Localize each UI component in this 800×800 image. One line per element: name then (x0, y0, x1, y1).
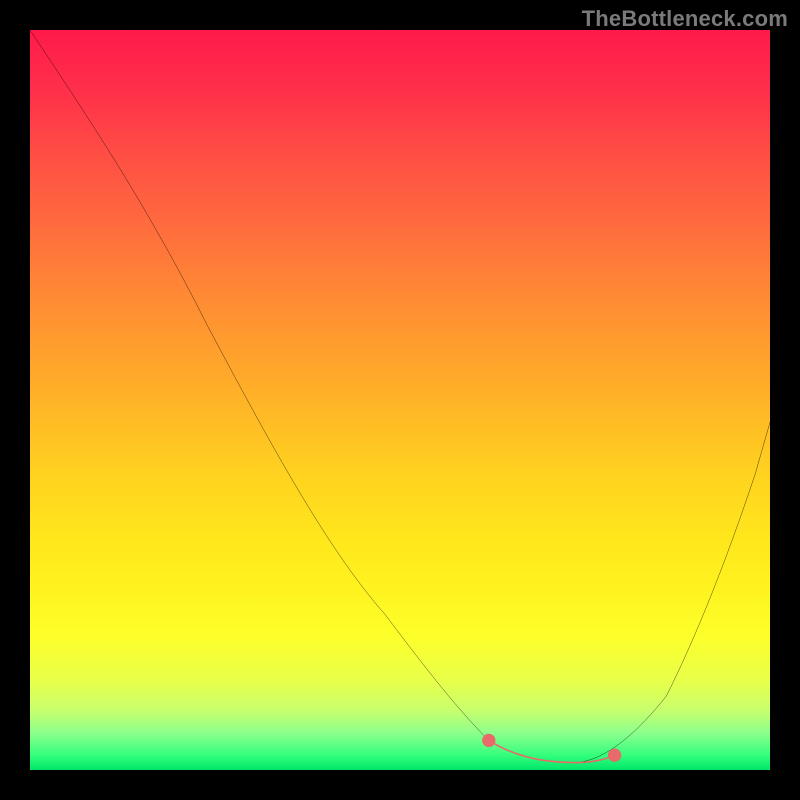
optimal-band-dot-right (608, 749, 621, 762)
bottleneck-curve (30, 30, 770, 763)
chart-stage: TheBottleneck.com (0, 0, 800, 800)
watermark-text: TheBottleneck.com (582, 6, 788, 32)
optimal-band (489, 740, 615, 762)
plot-area (30, 30, 770, 770)
chart-svg (30, 30, 770, 770)
optimal-band-dot-left (482, 734, 495, 747)
